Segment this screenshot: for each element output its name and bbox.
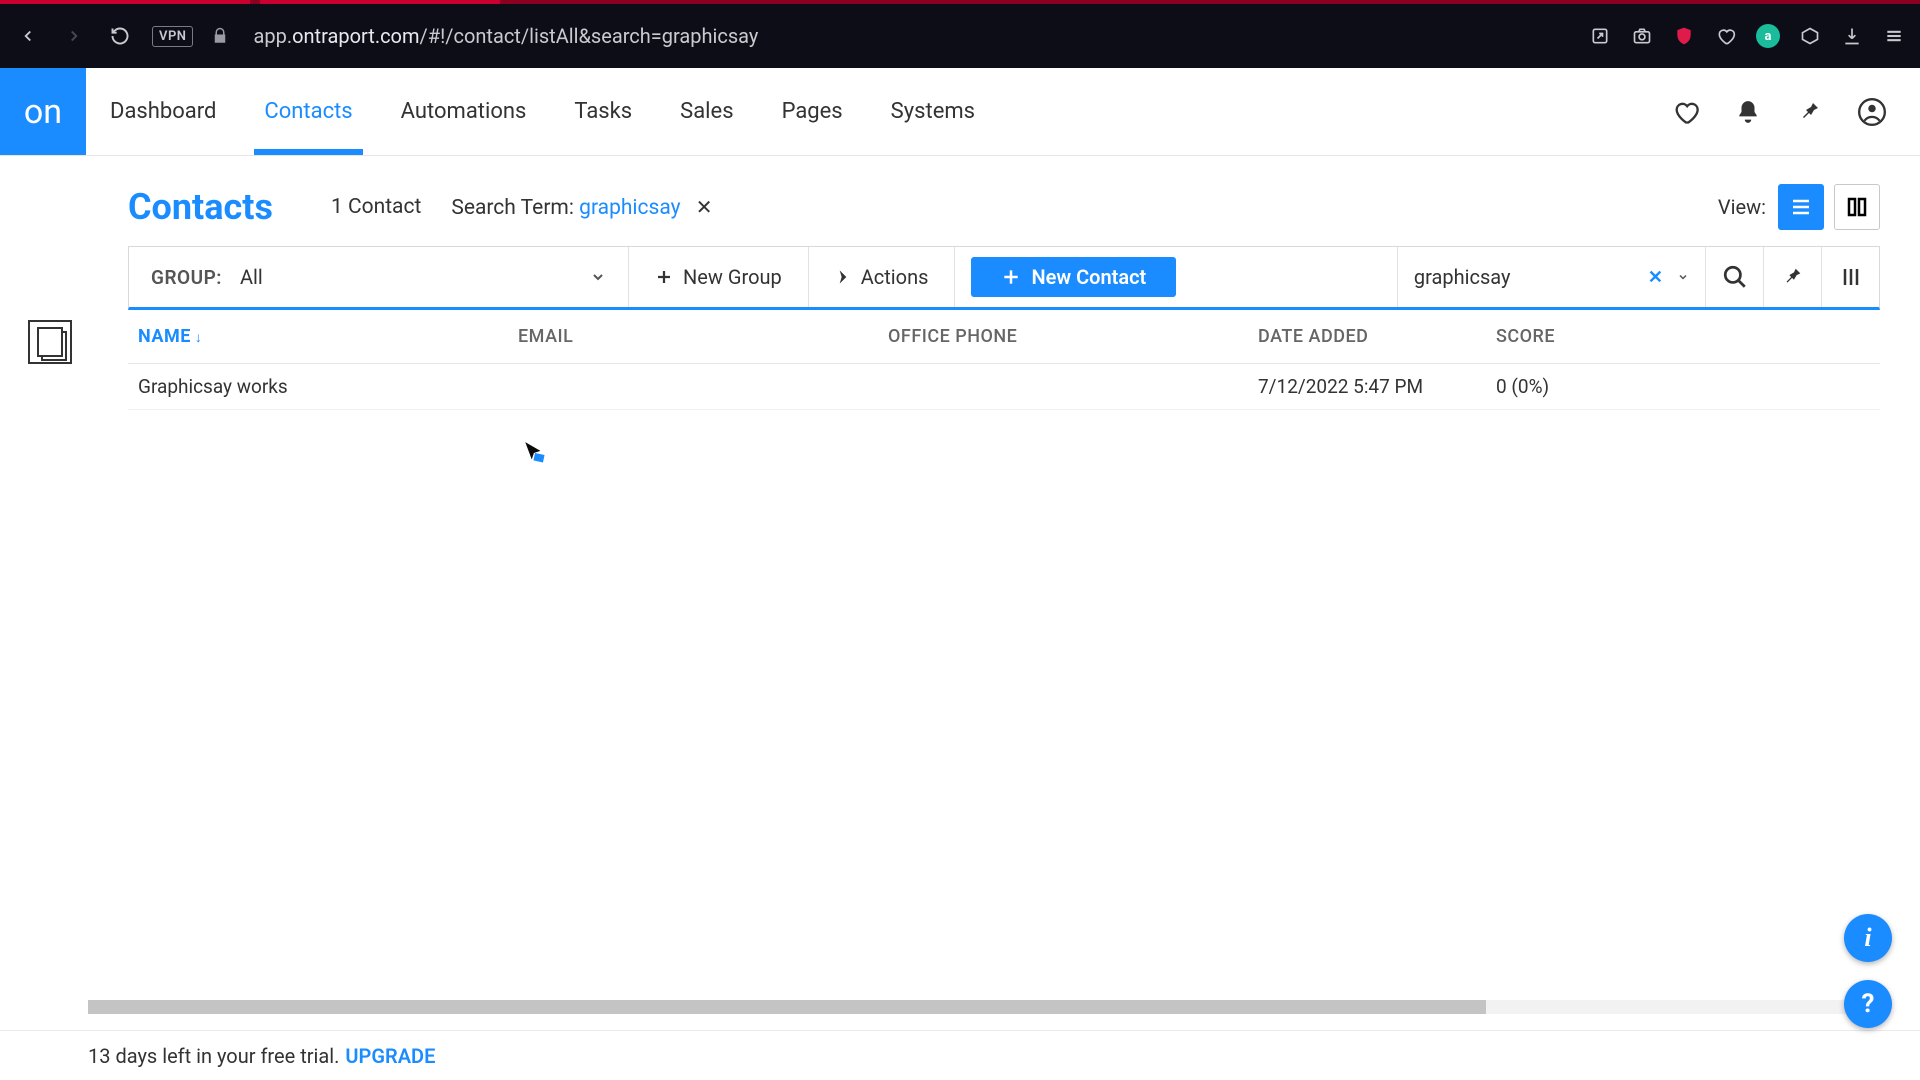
sort-icon: ↓ [195,330,203,346]
group-value: All [240,265,572,289]
url-prefix: app. [253,24,292,48]
pin-icon[interactable] [1796,98,1824,126]
url-path: /#!/contact/listAll&search=graphicsay [420,24,759,48]
toolbar: GROUP: All New Group Actions New Contact… [128,246,1880,310]
browser-chrome: VPN app.ontraport.com/#!/contact/listAll… [0,0,1920,68]
view-card-button[interactable] [1834,184,1880,230]
view-label: View: [1718,195,1766,219]
table-header: NAME↓ EMAIL OFFICE PHONE DATE ADDED SCOR… [128,310,1880,364]
tab-strip [0,0,500,4]
cell-date: 7/12/2022 5:47 PM [1248,375,1486,398]
lock-icon [211,27,229,45]
info-fab[interactable]: i [1844,914,1892,962]
chevron-down-icon [590,269,606,285]
col-date[interactable]: DATE ADDED [1248,326,1486,347]
camera-icon[interactable] [1630,24,1654,48]
scrollbar-thumb[interactable] [88,1000,1486,1014]
help-fab[interactable]: ? [1844,980,1892,1028]
actions-label: Actions [861,265,929,289]
upgrade-link[interactable]: UPGRADE [345,1044,435,1068]
actions-button[interactable]: Actions [809,247,956,307]
select-all-handle[interactable] [28,320,72,364]
search-dropdown-icon[interactable] [1677,271,1689,283]
nav-automations[interactable]: Automations [377,68,551,155]
search-term-value: graphicsay [579,196,680,220]
nav-tasks[interactable]: Tasks [550,68,656,155]
nav-dashboard[interactable]: Dashboard [86,68,240,155]
reload-button[interactable] [106,22,134,50]
cell-name: Graphicsay works [128,375,508,398]
group-label: GROUP: [151,266,222,289]
new-contact-button[interactable]: New Contact [971,257,1176,297]
nav-systems[interactable]: Systems [867,68,999,155]
back-button[interactable] [14,22,42,50]
search-input[interactable] [1414,265,1634,289]
new-group-label: New Group [683,265,782,289]
search-cell: ✕ [1398,247,1705,307]
app-logo[interactable]: on [0,68,86,155]
downloads-icon[interactable] [1840,24,1864,48]
favorites-icon[interactable] [1672,98,1700,126]
col-phone[interactable]: OFFICE PHONE [878,326,1248,347]
col-email[interactable]: EMAIL [508,326,878,347]
trial-text: 13 days left in your free trial. [88,1044,339,1068]
nav-sales[interactable]: Sales [656,68,757,155]
new-contact-label: New Contact [1031,265,1146,289]
menu-icon[interactable] [1882,24,1906,48]
browser-actions: a [1588,24,1906,48]
new-group-button[interactable]: New Group [629,247,809,307]
horizontal-scrollbar[interactable] [88,1000,1880,1014]
col-name[interactable]: NAME↓ [128,326,508,347]
search-term: Search Term: graphicsay ✕ [451,195,712,220]
trial-bar: 13 days left in your free trial. UPGRADE [0,1030,1920,1080]
toolbar-spacer [1192,247,1398,307]
account-icon[interactable] [1858,98,1886,126]
extensions-icon[interactable] [1798,24,1822,48]
nav-items: Dashboard Contacts Automations Tasks Sal… [86,68,999,155]
app-topnav: on Dashboard Contacts Automations Tasks … [0,68,1920,156]
page-header: Contacts 1 Contact Search Term: graphics… [88,156,1920,238]
topnav-right [1672,68,1920,155]
page-area: Contacts 1 Contact Search Term: graphics… [0,156,1920,410]
clear-search-icon[interactable]: ✕ [696,195,713,219]
nav-pages[interactable]: Pages [758,68,867,155]
page-title: Contacts [128,186,273,228]
columns-button[interactable] [1821,247,1879,307]
pin-view-button[interactable] [1763,247,1821,307]
vpn-badge[interactable]: VPN [152,26,193,47]
col-score[interactable]: SCORE [1486,326,1686,347]
forward-button[interactable] [60,22,88,50]
view-list-button[interactable] [1778,184,1824,230]
floating-actions: i ? [1844,914,1892,1028]
group-selector[interactable]: GROUP: All [129,247,629,307]
profile-avatar[interactable]: a [1756,24,1780,48]
cursor-icon [522,440,544,462]
contacts-table: NAME↓ EMAIL OFFICE PHONE DATE ADDED SCOR… [128,310,1880,410]
share-icon[interactable] [1588,24,1612,48]
notifications-icon[interactable] [1734,98,1762,126]
heart-icon[interactable] [1714,24,1738,48]
search-button[interactable] [1705,247,1763,307]
cell-score: 0 (0%) [1486,375,1686,398]
shield-icon[interactable] [1672,24,1696,48]
search-term-label: Search Term: [451,196,579,220]
address-bar[interactable]: app.ontraport.com/#!/contact/listAll&sea… [247,24,1570,48]
clear-input-icon[interactable]: ✕ [1648,267,1663,288]
url-domain: ontraport.com [292,24,419,48]
contact-count: 1 Contact [331,195,421,219]
table-row[interactable]: Graphicsay works 7/12/2022 5:47 PM 0 (0%… [128,364,1880,410]
nav-contacts[interactable]: Contacts [240,68,376,155]
